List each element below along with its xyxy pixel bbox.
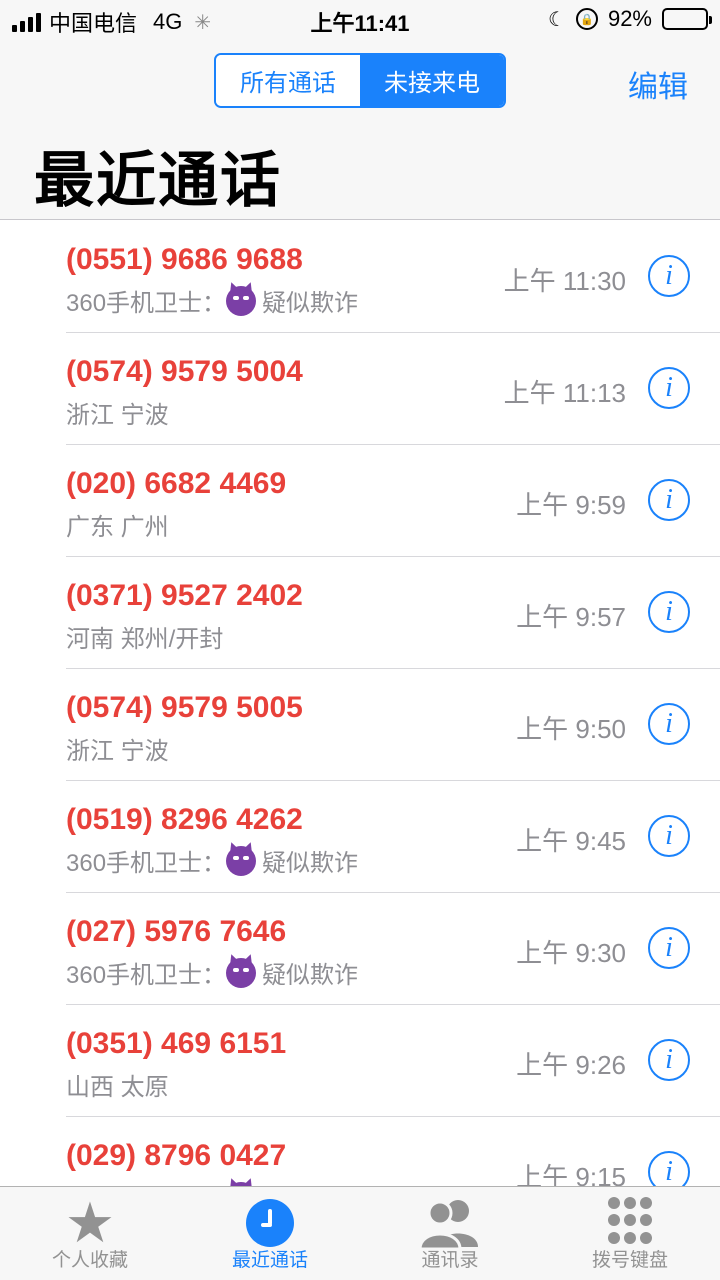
call-time: 上午 9:57 xyxy=(516,602,626,632)
call-location: 浙江 宁波 xyxy=(66,738,169,765)
call-row[interactable]: (020) 6682 4469 广东 广州 上午 9:59 i xyxy=(66,445,720,557)
tab-label: 个人收藏 xyxy=(51,1250,128,1271)
info-icon[interactable]: i xyxy=(648,367,690,409)
call-subtitle: 浙江 宁波 xyxy=(66,395,169,430)
info-icon[interactable]: i xyxy=(648,703,690,745)
call-subtitle: 360手机卫士： 疑似欺诈 xyxy=(66,283,358,318)
call-subtitle: 360手机卫士： 疑似欺诈 xyxy=(66,955,358,990)
tab-recents[interactable]: 最近通话 xyxy=(180,1187,360,1280)
info-icon[interactable]: i xyxy=(648,1151,690,1186)
call-time: 上午 9:15 xyxy=(516,1162,626,1186)
call-time: 上午 9:26 xyxy=(516,1050,626,1080)
info-icon[interactable]: i xyxy=(648,927,690,969)
call-location: 360手机卫士： xyxy=(66,290,227,317)
tab-label: 通讯录 xyxy=(421,1250,479,1271)
contacts-icon xyxy=(418,1197,482,1251)
tab-favorites[interactable]: ★ 个人收藏 xyxy=(0,1187,180,1280)
tab-label: 拨号键盘 xyxy=(591,1250,668,1271)
recent-calls-list[interactable]: (0551) 9686 9688 360手机卫士： 疑似欺诈 上午 11:30 i (05… xyxy=(0,221,720,1186)
page-title: 最近通话 xyxy=(34,147,282,214)
battery-percent: 92% xyxy=(607,6,652,31)
fraud-flag: 疑似欺诈 xyxy=(262,850,359,877)
call-row[interactable]: (0371) 9527 2402 河南 郑州/开封 上午 9:57 i xyxy=(66,557,720,669)
devil-icon xyxy=(226,957,257,988)
call-number: (0519) 8296 4262 xyxy=(66,803,303,836)
call-row[interactable]: (0519) 8296 4262 360手机卫士： 疑似欺诈 上午 9:45 i xyxy=(66,781,720,893)
call-number: (020) 6682 4469 xyxy=(66,467,287,500)
call-subtitle: 河南 郑州/开封 xyxy=(66,619,223,654)
call-number: (0551) 9686 9688 xyxy=(66,243,303,276)
call-subtitle: 广东 广州 xyxy=(66,507,169,542)
call-time: 上午 11:13 xyxy=(503,378,626,408)
edit-button[interactable]: 编辑 xyxy=(628,62,688,106)
call-time: 上午 9:59 xyxy=(516,490,626,520)
call-subtitle: 浙江 宁波 xyxy=(66,731,169,766)
phone-screen: 中国电信 4G ✳ 上午11:41 ☾ 🔒 92% 所有通话 未接来电 编辑 最… xyxy=(0,0,720,1280)
call-subtitle: 山西 太原 xyxy=(66,1067,169,1102)
call-time: 上午 9:45 xyxy=(516,826,626,856)
contacts-icon-graphic xyxy=(418,1200,478,1251)
call-row[interactable]: (0574) 9579 5005 浙江 宁波 上午 9:50 i xyxy=(66,669,720,781)
call-time: 上午 9:30 xyxy=(516,938,626,968)
call-location: 山西 太原 xyxy=(66,1074,169,1101)
clock-icon xyxy=(246,1199,294,1247)
tab-contacts[interactable]: 通讯录 xyxy=(360,1187,540,1280)
call-row[interactable]: (029) 8796 0427 360手机卫士： 疑似欺诈 上午 9:15 i xyxy=(66,1117,720,1186)
call-number: (0351) 469 6151 xyxy=(66,1027,287,1060)
call-number: (0371) 9527 2402 xyxy=(66,579,303,612)
tab-keypad[interactable]: 拨号键盘 xyxy=(540,1187,720,1280)
call-location: 广东 广州 xyxy=(66,514,169,541)
call-number: (0574) 9579 5005 xyxy=(66,691,303,724)
tab-bar: ★ 个人收藏 最近通话 通讯录 拨号键盘 xyxy=(0,1186,720,1280)
call-location: 360手机卫士： xyxy=(66,1179,226,1186)
call-number: (027) 5976 7646 xyxy=(66,915,287,948)
call-row[interactable]: (0351) 469 6151 山西 太原 上午 9:26 i xyxy=(66,1005,720,1117)
call-filter-segmented-control: 所有通话 未接来电 xyxy=(214,53,506,108)
status-right: ☾ 🔒 92% xyxy=(548,6,712,32)
nav-header: 所有通话 未接来电 编辑 最近通话 xyxy=(0,40,720,220)
call-location: 360手机卫士： xyxy=(66,962,227,989)
call-time: 上午 11:30 xyxy=(503,266,626,296)
call-subtitle: 360手机卫士： 疑似欺诈 xyxy=(66,1179,358,1186)
status-bar: 中国电信 4G ✳ 上午11:41 ☾ 🔒 92% xyxy=(0,0,720,40)
tab-label: 最近通话 xyxy=(231,1250,308,1271)
fraud-flag: 疑似欺诈 xyxy=(262,962,359,989)
devil-icon xyxy=(226,285,257,316)
call-number: (029) 8796 0427 xyxy=(66,1139,287,1172)
segment-missed-calls[interactable]: 未接来电 xyxy=(360,55,504,106)
info-icon[interactable]: i xyxy=(648,815,690,857)
info-icon[interactable]: i xyxy=(648,255,690,297)
info-icon[interactable]: i xyxy=(648,479,690,521)
rotation-lock-icon: 🔒 xyxy=(575,8,598,30)
call-time: 上午 9:50 xyxy=(516,714,626,744)
fraud-flag: 疑似欺诈 xyxy=(262,290,359,317)
call-number: (0574) 9579 5004 xyxy=(66,355,303,388)
fraud-flag: 疑似欺诈 xyxy=(262,1179,358,1186)
segment-all-calls[interactable]: 所有通话 xyxy=(216,55,360,106)
moon-icon: ☾ xyxy=(548,8,566,31)
call-row[interactable]: (027) 5976 7646 360手机卫士： 疑似欺诈 上午 9:30 i xyxy=(66,893,720,1005)
info-icon[interactable]: i xyxy=(648,591,690,633)
call-row[interactable]: (0574) 9579 5004 浙江 宁波 上午 11:13 i xyxy=(66,333,720,445)
call-location: 浙江 宁波 xyxy=(66,402,169,429)
info-icon[interactable]: i xyxy=(648,1039,690,1081)
call-location: 360手机卫士： xyxy=(66,850,227,877)
call-location: 河南 郑州/开封 xyxy=(66,626,224,653)
battery-icon xyxy=(662,8,712,30)
devil-icon xyxy=(226,845,257,876)
call-subtitle: 360手机卫士： 疑似欺诈 xyxy=(66,843,358,878)
call-row[interactable]: (0551) 9686 9688 360手机卫士： 疑似欺诈 上午 11:30 i xyxy=(66,221,720,333)
keypad-icon xyxy=(606,1197,654,1245)
